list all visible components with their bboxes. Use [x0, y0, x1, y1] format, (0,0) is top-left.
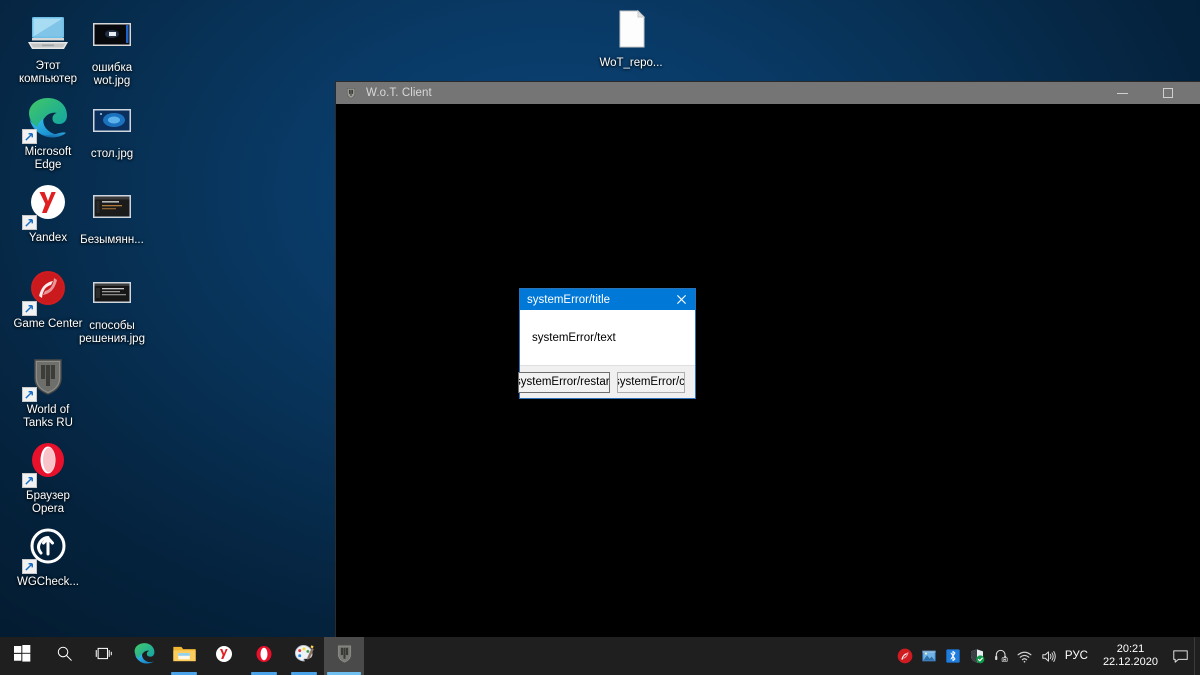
language-indicator[interactable]: РУС	[1061, 637, 1095, 675]
desktop-icon-label: WGCheck...	[17, 576, 79, 588]
search-button[interactable]	[44, 637, 84, 675]
tray-game-center-icon[interactable]	[893, 648, 917, 664]
taskbar-yandex[interactable]	[204, 637, 244, 675]
close-button[interactable]: systemError/closeBtn	[617, 372, 685, 393]
desktop-icon-world-of-tanks-ru[interactable]: World of Tanks RU	[5, 352, 91, 429]
desktop-icon-label: WoT_repo...	[599, 57, 663, 69]
blank-file-icon	[607, 5, 655, 53]
restart-button-label: systemError/restartBtn	[518, 376, 610, 388]
wot-window-titlebar[interactable]: W.o.T. Client	[336, 82, 1200, 104]
opera-icon	[252, 642, 276, 671]
shortcut-badge-icon	[22, 129, 37, 144]
wot-shield-icon	[332, 641, 357, 671]
dialog-body: systemError/text	[520, 310, 695, 365]
windows-logo-icon	[13, 645, 31, 667]
edge-icon	[22, 94, 72, 144]
wot-maximize-button[interactable]	[1145, 82, 1190, 104]
tray-defender-icon[interactable]	[965, 648, 989, 664]
yandex-icon	[212, 642, 236, 671]
tray-picture-icon[interactable]	[917, 648, 941, 664]
tray-bluetooth-icon[interactable]	[941, 648, 965, 664]
desktop-icon-wgcheck[interactable]: WGCheck...	[5, 524, 91, 589]
show-desktop-button[interactable]	[1194, 637, 1200, 675]
task-view-button[interactable]	[84, 637, 124, 675]
game-center-icon	[22, 266, 72, 316]
desktop-icon-stol-jpg[interactable]: стол.jpg	[69, 96, 155, 161]
edge-icon	[132, 641, 157, 671]
desktop-icon-label: World of Tanks RU	[23, 404, 73, 429]
dialog-titlebar[interactable]: systemError/title	[520, 289, 695, 310]
yandex-icon	[22, 180, 72, 230]
dialog-footer: systemError/restartBtn systemError/close…	[518, 365, 695, 398]
taskbar-edge[interactable]	[124, 637, 164, 675]
image-file-icon	[88, 10, 136, 58]
wot-window-title: W.o.T. Client	[366, 87, 432, 99]
wot-minimize-button[interactable]	[1100, 82, 1145, 104]
tray-volume-icon[interactable]	[1037, 648, 1061, 665]
close-icon[interactable]	[667, 289, 695, 310]
taskbar-wot[interactable]	[324, 637, 364, 675]
opera-icon	[22, 438, 72, 488]
desktop-background[interactable]: Этот компьютер ошибка wot.jpg Microsoft …	[0, 0, 1200, 637]
shortcut-badge-icon	[22, 387, 37, 402]
desktop-icon-label: Браузер Opera	[26, 490, 70, 515]
tray-wifi-icon[interactable]	[1013, 648, 1037, 665]
image-file-icon	[88, 96, 136, 144]
wot-client-canvas[interactable]	[336, 104, 1200, 637]
restart-button[interactable]: systemError/restartBtn	[518, 372, 610, 393]
clock-date: 22.12.2020	[1102, 656, 1158, 668]
desktop-icon-bezymyannyy[interactable]: Безымянн...	[69, 182, 155, 247]
search-icon	[56, 645, 73, 667]
wgcheck-icon	[22, 524, 72, 574]
task-view-icon	[95, 645, 114, 667]
shortcut-badge-icon	[22, 301, 37, 316]
clock-time: 20:21	[1116, 643, 1145, 655]
image-file-icon	[88, 182, 136, 230]
close-button-label: systemError/closeBtn	[617, 376, 685, 388]
desktop-icon-label: стол.jpg	[90, 148, 134, 160]
taskbar[interactable]: РУС 20:21 22.12.2020	[0, 637, 1200, 675]
dialog-message-text: systemError/text	[532, 332, 616, 344]
wot-icon	[22, 352, 72, 402]
tray-headset-muted-icon[interactable]	[989, 648, 1013, 664]
taskbar-paint[interactable]	[284, 637, 324, 675]
desktop-icon-oshibka-wot-jpg[interactable]: ошибка wot.jpg	[69, 10, 155, 87]
desktop-icon-label: способы решения.jpg	[79, 320, 145, 345]
shortcut-badge-icon	[22, 215, 37, 230]
desktop-icon-wot-report[interactable]: WoT_repo...	[588, 5, 674, 70]
notification-icon[interactable]	[1166, 648, 1194, 665]
wot-shield-icon	[344, 86, 358, 100]
system-tray[interactable]: РУС 20:21 22.12.2020	[893, 637, 1200, 675]
taskbar-opera[interactable]	[244, 637, 284, 675]
paint-icon	[292, 642, 316, 671]
clock[interactable]: 20:21 22.12.2020	[1095, 637, 1166, 675]
computer-icon	[24, 8, 72, 56]
folder-icon	[172, 643, 197, 670]
desktop-icon-opera-browser[interactable]: Браузер Opera	[5, 438, 91, 515]
dialog-title: systemError/title	[527, 293, 611, 306]
taskbar-explorer[interactable]	[164, 637, 204, 675]
shortcut-badge-icon	[22, 473, 37, 488]
system-error-dialog[interactable]: systemError/title systemError/text syste…	[518, 288, 696, 399]
desktop-icon-sposoby-resheniya[interactable]: способы решения.jpg	[69, 268, 155, 345]
desktop-icon-label: ошибка wot.jpg	[91, 62, 133, 87]
wot-client-window[interactable]: W.o.T. Client	[336, 82, 1200, 637]
desktop-icon-label: Безымянн...	[80, 234, 144, 246]
image-file-icon	[88, 268, 136, 316]
start-button[interactable]	[0, 637, 44, 675]
shortcut-badge-icon	[22, 559, 37, 574]
